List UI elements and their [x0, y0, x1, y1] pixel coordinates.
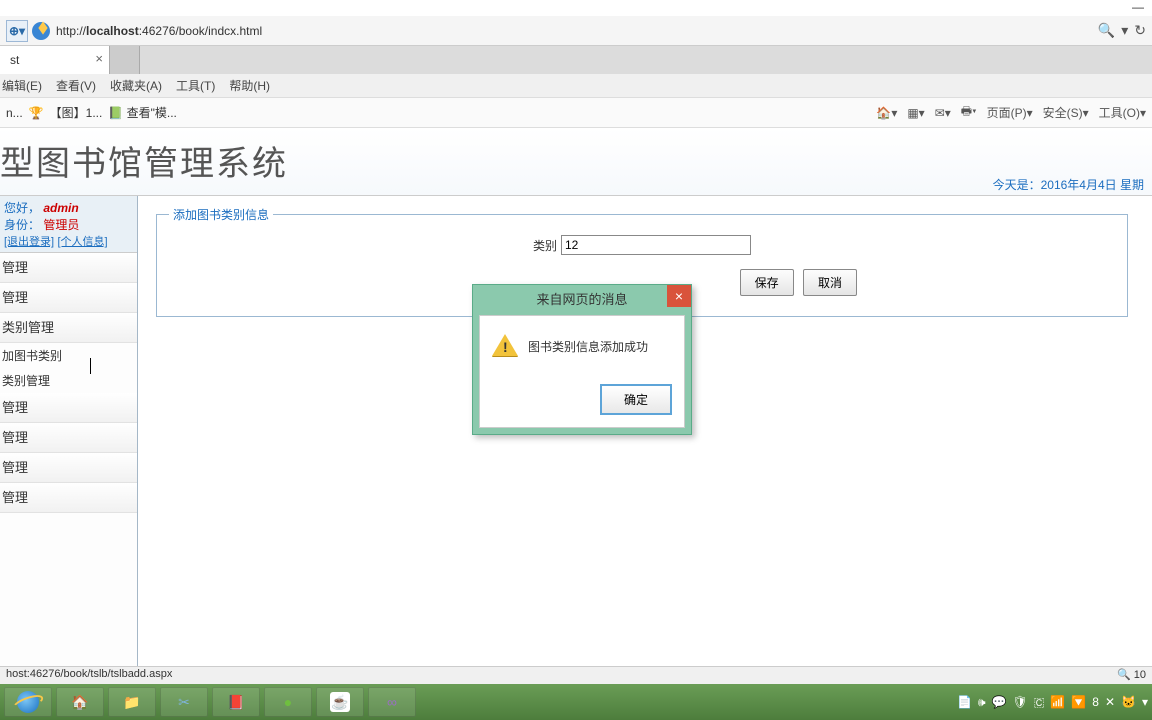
taskbar-app-8[interactable]: ∞: [368, 687, 416, 717]
taskbar-app-4[interactable]: ✂: [160, 687, 208, 717]
search-icon[interactable]: 🔍: [1098, 22, 1115, 39]
category-input[interactable]: [561, 235, 751, 255]
tray-icon-7[interactable]: 🔽: [1071, 695, 1086, 709]
home-menu[interactable]: 🏠▾: [876, 106, 897, 120]
tray-icon-9[interactable]: ✕: [1105, 695, 1115, 709]
browser-tab[interactable]: st ×: [0, 46, 110, 74]
refresh-icon[interactable]: ↻: [1134, 22, 1146, 39]
taskbar-explorer[interactable]: 📁: [108, 687, 156, 717]
sidebar-item-6[interactable]: 管理: [0, 453, 137, 483]
taskbar-app-6[interactable]: ●: [264, 687, 312, 717]
menu-bar: 编辑(E) 查看(V) 收藏夹(A) 工具(T) 帮助(H): [0, 74, 1152, 98]
tab-title: st: [10, 53, 19, 67]
ie-globe-icon: [32, 22, 50, 40]
form-legend: 添加图书类别信息: [169, 206, 273, 223]
url-display[interactable]: http://localhost:46276/book/indcx.html: [56, 24, 262, 38]
command-bar: n... 🏆 【图】1... 📗 查看"模... 🏠▾ ▦▾ ✉▾ 🖶▾ 页面(…: [0, 98, 1152, 128]
toolbar-item-1[interactable]: n...: [6, 106, 23, 120]
tray-icon-4[interactable]: 🛡: [1013, 695, 1028, 709]
tab-strip: st ×: [0, 46, 1152, 74]
sidebar-sub-manage[interactable]: 类别管理: [0, 368, 137, 393]
status-zoom[interactable]: 🔍 10: [1117, 668, 1146, 683]
trophy-icon[interactable]: 🏆: [29, 106, 44, 120]
cancel-button[interactable]: 取消: [803, 269, 857, 296]
menu-view[interactable]: 查看(V): [56, 77, 96, 94]
page-menu[interactable]: 页面(P)▾: [987, 104, 1033, 121]
identity-value: 管理员: [43, 218, 79, 232]
sidebar-item-2[interactable]: 管理: [0, 283, 137, 313]
tray-icon-1[interactable]: 📄: [957, 695, 972, 709]
message-dialog: 来自网页的消息 × ! 图书类别信息添加成功 确定: [472, 284, 692, 435]
menu-edit[interactable]: 编辑(E): [2, 77, 42, 94]
identity-label: 身份：: [4, 218, 40, 232]
new-tab-button[interactable]: [110, 46, 140, 74]
status-url: host:46276/book/tslb/tslbadd.aspx: [6, 668, 172, 683]
status-bar: host:46276/book/tslb/tslbadd.aspx 🔍 10: [0, 666, 1152, 684]
profile-link[interactable]: [个人信息]: [57, 236, 107, 248]
dialog-close-button[interactable]: ×: [667, 285, 691, 307]
save-button[interactable]: 保存: [740, 269, 794, 296]
main-content: 添加图书类别信息 类别 保存 取消 来自网页的消息 ×: [138, 196, 1152, 682]
taskbar-app-2[interactable]: 🏠: [56, 687, 104, 717]
tray-icon-5[interactable]: 🇨: [1034, 695, 1045, 710]
toolbar-item-4[interactable]: 📗 查看"模...: [108, 104, 177, 121]
taskbar-app-7[interactable]: ☕: [316, 687, 364, 717]
logout-link[interactable]: [退出登录]: [4, 236, 54, 248]
taskbar-ie[interactable]: [4, 687, 52, 717]
system-tray: 📄 🕪 💬 🛡 🇨 📶 🔽 8 ✕ 🐱 ▾: [957, 695, 1148, 710]
tray-expand-icon[interactable]: ▾: [1142, 695, 1148, 709]
print-menu[interactable]: 🖶▾: [961, 102, 977, 123]
greeting-label: 您好，: [4, 201, 40, 215]
safety-menu[interactable]: 安全(S)▾: [1043, 104, 1089, 121]
toolbar-item-3[interactable]: 【图】1...: [50, 104, 103, 121]
menu-help[interactable]: 帮助(H): [229, 77, 270, 94]
tray-icon-8[interactable]: 8: [1092, 695, 1099, 709]
dialog-ok-button[interactable]: 确定: [600, 384, 672, 415]
taskbar: 🏠 📁 ✂ 📕 ● ☕ ∞ 📄 🕪 💬 🛡 🇨 📶 🔽 8 ✕ 🐱 ▾: [0, 684, 1152, 720]
separator-icon: ▾: [1121, 22, 1128, 39]
sidebar-sub-add[interactable]: 加图书类别: [0, 343, 137, 368]
add-tab-button[interactable]: ⊕▾: [6, 20, 28, 42]
current-user: admin: [43, 201, 78, 215]
system-title: 型图书馆管理系统: [0, 128, 1152, 195]
minimize-button[interactable]: —: [1132, 0, 1144, 14]
tray-network-icon[interactable]: 📶: [1050, 695, 1065, 709]
sidebar-item-5[interactable]: 管理: [0, 423, 137, 453]
tray-icon-3[interactable]: 💬: [992, 695, 1007, 709]
date-display: 今天是：2016年4月4日 星期: [993, 176, 1144, 193]
page-viewport: 型图书馆管理系统 今天是：2016年4月4日 星期 您好， admin 身份： …: [0, 128, 1152, 670]
ie-icon: [17, 691, 39, 713]
dialog-message: 图书类别信息添加成功: [528, 338, 648, 355]
sidebar-item-7[interactable]: 管理: [0, 483, 137, 513]
feeds-menu[interactable]: ▦▾: [907, 106, 924, 120]
sidebar-item-category[interactable]: 类别管理: [0, 313, 137, 343]
tab-close-icon[interactable]: ×: [95, 51, 103, 66]
address-bar: ⊕▾ http://localhost:46276/book/indcx.htm…: [0, 16, 1152, 46]
window-controls: —: [0, 0, 1152, 16]
text-cursor-icon: [90, 358, 91, 374]
tools-menu[interactable]: 工具(O)▾: [1099, 104, 1146, 121]
taskbar-app-5[interactable]: 📕: [212, 687, 260, 717]
warning-icon: !: [492, 334, 518, 358]
tray-icon-10[interactable]: 🐱: [1121, 695, 1136, 709]
tray-icon-2[interactable]: 🕪: [978, 695, 986, 710]
welcome-box: 您好， admin 身份： 管理员 [退出登录] [个人信息]: [0, 196, 137, 253]
category-label: 类别: [533, 237, 557, 254]
menu-favorites[interactable]: 收藏夹(A): [110, 77, 162, 94]
sidebar-item-4[interactable]: 管理: [0, 393, 137, 423]
menu-tools[interactable]: 工具(T): [176, 77, 215, 94]
mail-menu[interactable]: ✉▾: [935, 106, 951, 120]
sidebar: 您好， admin 身份： 管理员 [退出登录] [个人信息] 管理 管理 类别…: [0, 196, 138, 682]
dialog-title: 来自网页的消息 ×: [473, 285, 691, 315]
sidebar-item-1[interactable]: 管理: [0, 253, 137, 283]
